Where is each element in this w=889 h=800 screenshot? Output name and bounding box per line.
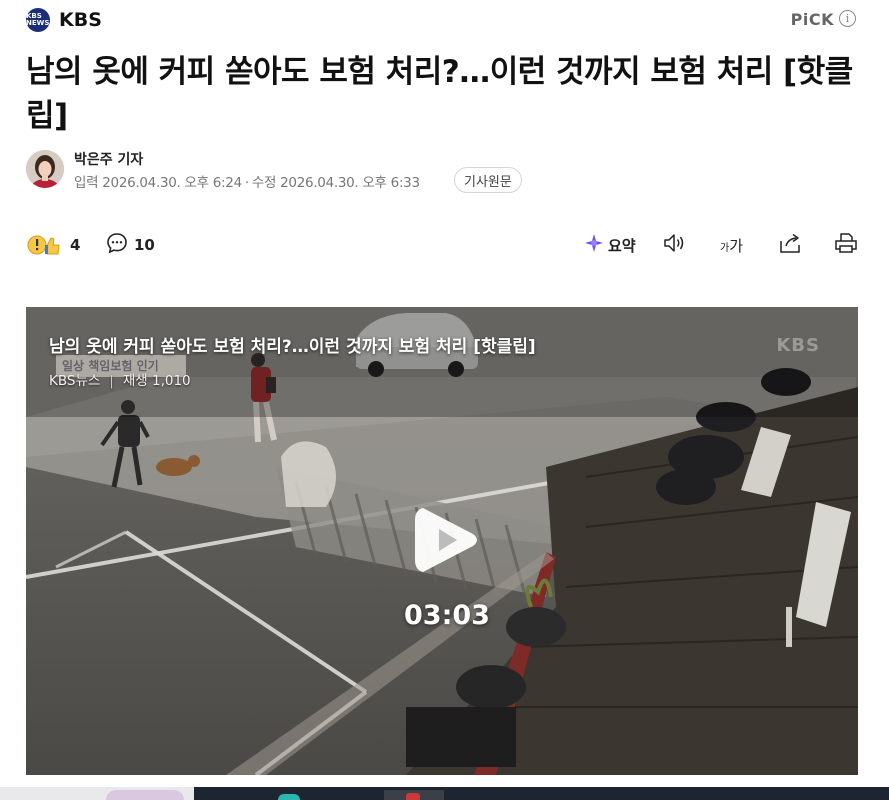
pick-label[interactable]: PiCK xyxy=(791,10,834,29)
video-player[interactable]: KBS 일상 책임보험 인기 남의 옷에 커피 쏟아도 보험 처리?…이런 것까… xyxy=(26,307,858,775)
play-icon xyxy=(415,508,477,572)
comment-icon xyxy=(106,232,128,258)
article-dates: 입력 2026.04.30. 오후 6:24 · 수정 2026.04.30. 오후… xyxy=(74,171,420,191)
font-size-small: 가 xyxy=(720,242,730,254)
comment-button[interactable]: 10 xyxy=(106,232,155,258)
info-icon[interactable]: i xyxy=(839,10,856,27)
video-channel[interactable]: KBS뉴스 xyxy=(49,373,100,389)
modified-label: 수정 xyxy=(251,175,277,191)
summary-label: 요약 xyxy=(608,236,636,255)
reporter-avatar[interactable] xyxy=(26,150,64,188)
meta-separator: | xyxy=(109,373,114,389)
font-size-large: 가 xyxy=(729,236,744,255)
print-icon xyxy=(834,232,858,258)
press-header: KBS NEWS KBS PiCK i xyxy=(26,6,856,36)
press-name[interactable]: KBS xyxy=(59,9,102,31)
reaction-button[interactable]: 4 xyxy=(26,232,80,258)
kbs-watermark: KBS xyxy=(776,335,820,356)
preview-thumbnail-right xyxy=(384,790,444,800)
play-button[interactable] xyxy=(411,500,483,580)
tts-button[interactable] xyxy=(662,231,688,259)
reaction-emoji-icon xyxy=(26,232,62,258)
original-article-button[interactable]: 기사원문 xyxy=(454,167,522,193)
share-button[interactable] xyxy=(778,231,802,259)
ai-summary-icon xyxy=(584,233,604,257)
date-separator: · xyxy=(244,175,249,191)
share-icon xyxy=(778,232,802,258)
kbs-logo[interactable]: KBS NEWS xyxy=(26,8,50,32)
video-duration: 03:03 xyxy=(404,600,490,631)
font-size-icon: 가가 xyxy=(720,235,743,256)
reaction-count: 4 xyxy=(70,236,81,254)
next-content-preview xyxy=(0,787,889,800)
print-button[interactable] xyxy=(834,231,858,259)
comment-count: 10 xyxy=(134,236,155,254)
published-label: 입력 xyxy=(74,175,99,191)
article-title: 남의 옷에 커피 쏟아도 보험 처리?…이런 것까지 보험 처리 [핫클립] xyxy=(26,54,853,134)
published-time: 2026.04.30. 오후 6:24 xyxy=(102,175,242,191)
preview-accent xyxy=(278,794,300,800)
video-title[interactable]: 남의 옷에 커피 쏟아도 보험 처리?…이런 것까지 보험 처리 [핫클립] xyxy=(49,332,536,357)
video-meta: KBS뉴스 | 재생 1,010 xyxy=(49,369,191,389)
summary-button[interactable]: 요약 xyxy=(584,231,636,259)
reporter-name[interactable]: 박은주 기자 xyxy=(74,149,143,169)
kbs-logo-text: KBS NEWS xyxy=(26,12,50,27)
video-views: 재생 1,010 xyxy=(122,373,191,389)
speaker-icon xyxy=(662,232,688,258)
article-toolbar: 4 10 요약 가가 xyxy=(26,229,858,261)
preview-thumbnail-left xyxy=(106,790,184,800)
font-size-button[interactable]: 가가 xyxy=(720,231,743,259)
modified-time: 2026.04.30. 오후 6:33 xyxy=(280,175,420,191)
